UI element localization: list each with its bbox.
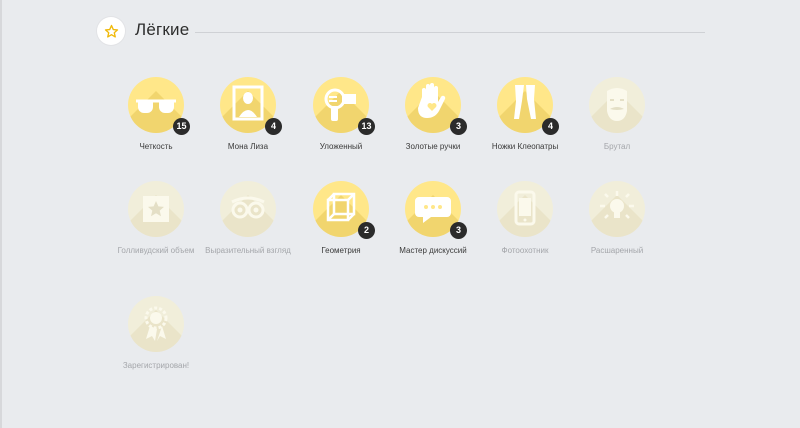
rosette-icon (128, 296, 184, 352)
mustache-face-icon (589, 77, 645, 133)
badge-label: Голливудский объем (117, 246, 195, 255)
badge-label: Мастер дискуссий (399, 246, 467, 255)
star-icon (97, 17, 125, 45)
badge-chetkost[interactable]: 15 Четкость (106, 77, 206, 152)
badge-vyrazitelnyi-vzglyad[interactable]: Выразительный взгляд (198, 181, 298, 256)
badge-master-diskussii[interactable]: 3 Мастер дискуссий (383, 181, 483, 256)
badge-rasshrennyi[interactable]: Расшаренный (567, 181, 667, 256)
section-title: Лёгкие (135, 20, 190, 39)
badge-label: Расшаренный (590, 246, 644, 255)
badge-label: Фотоохотник (501, 246, 549, 255)
badge-zolotye-ruchki[interactable]: 3 Золотые ручки (383, 77, 483, 152)
badge-label: Геометрия (321, 246, 361, 255)
count-badge: 4 (542, 118, 559, 135)
count-badge: 3 (450, 118, 467, 135)
badge-nozhki-kleopatry[interactable]: 4 Ножки Клеопатры (475, 77, 575, 152)
section-divider (195, 32, 705, 33)
eyes-icon (220, 181, 276, 237)
badge-label: Четкость (139, 142, 173, 151)
badge-label: Ножки Клеопатры (491, 142, 559, 151)
badge-label: Золотые ручки (405, 142, 461, 151)
section-header: Лёгкие (97, 17, 705, 47)
hollywood-star-icon (128, 181, 184, 237)
badge-zaregistrirovan[interactable]: Зарегистрирован! (106, 296, 206, 371)
badge-label: Брутал (603, 142, 631, 151)
badge-gollivudskii-obem[interactable]: Голливудский объем (106, 181, 206, 256)
badge-label: Уложенный (319, 142, 363, 151)
badge-mona-liza[interactable]: 4 Мона Лиза (198, 77, 298, 152)
count-badge: 3 (450, 222, 467, 239)
badge-ulozhennyi[interactable]: 13 Уложенный (291, 77, 391, 152)
count-badge: 15 (173, 118, 190, 135)
badge-geometriya[interactable]: 2 Геометрия (291, 181, 391, 256)
count-badge: 13 (358, 118, 375, 135)
badge-label: Мона Лиза (227, 142, 269, 151)
count-badge: 2 (358, 222, 375, 239)
badge-label: Выразительный взгляд (205, 246, 291, 255)
badge-label: Зарегистрирован! (122, 361, 190, 370)
count-badge: 4 (265, 118, 282, 135)
badge-fotoohotnik[interactable]: Фотоохотник (475, 181, 575, 256)
window-left-edge (0, 0, 2, 428)
phone-photo-icon (497, 181, 553, 237)
light-bulb-icon (589, 181, 645, 237)
badge-brutal[interactable]: Брутал (567, 77, 667, 152)
